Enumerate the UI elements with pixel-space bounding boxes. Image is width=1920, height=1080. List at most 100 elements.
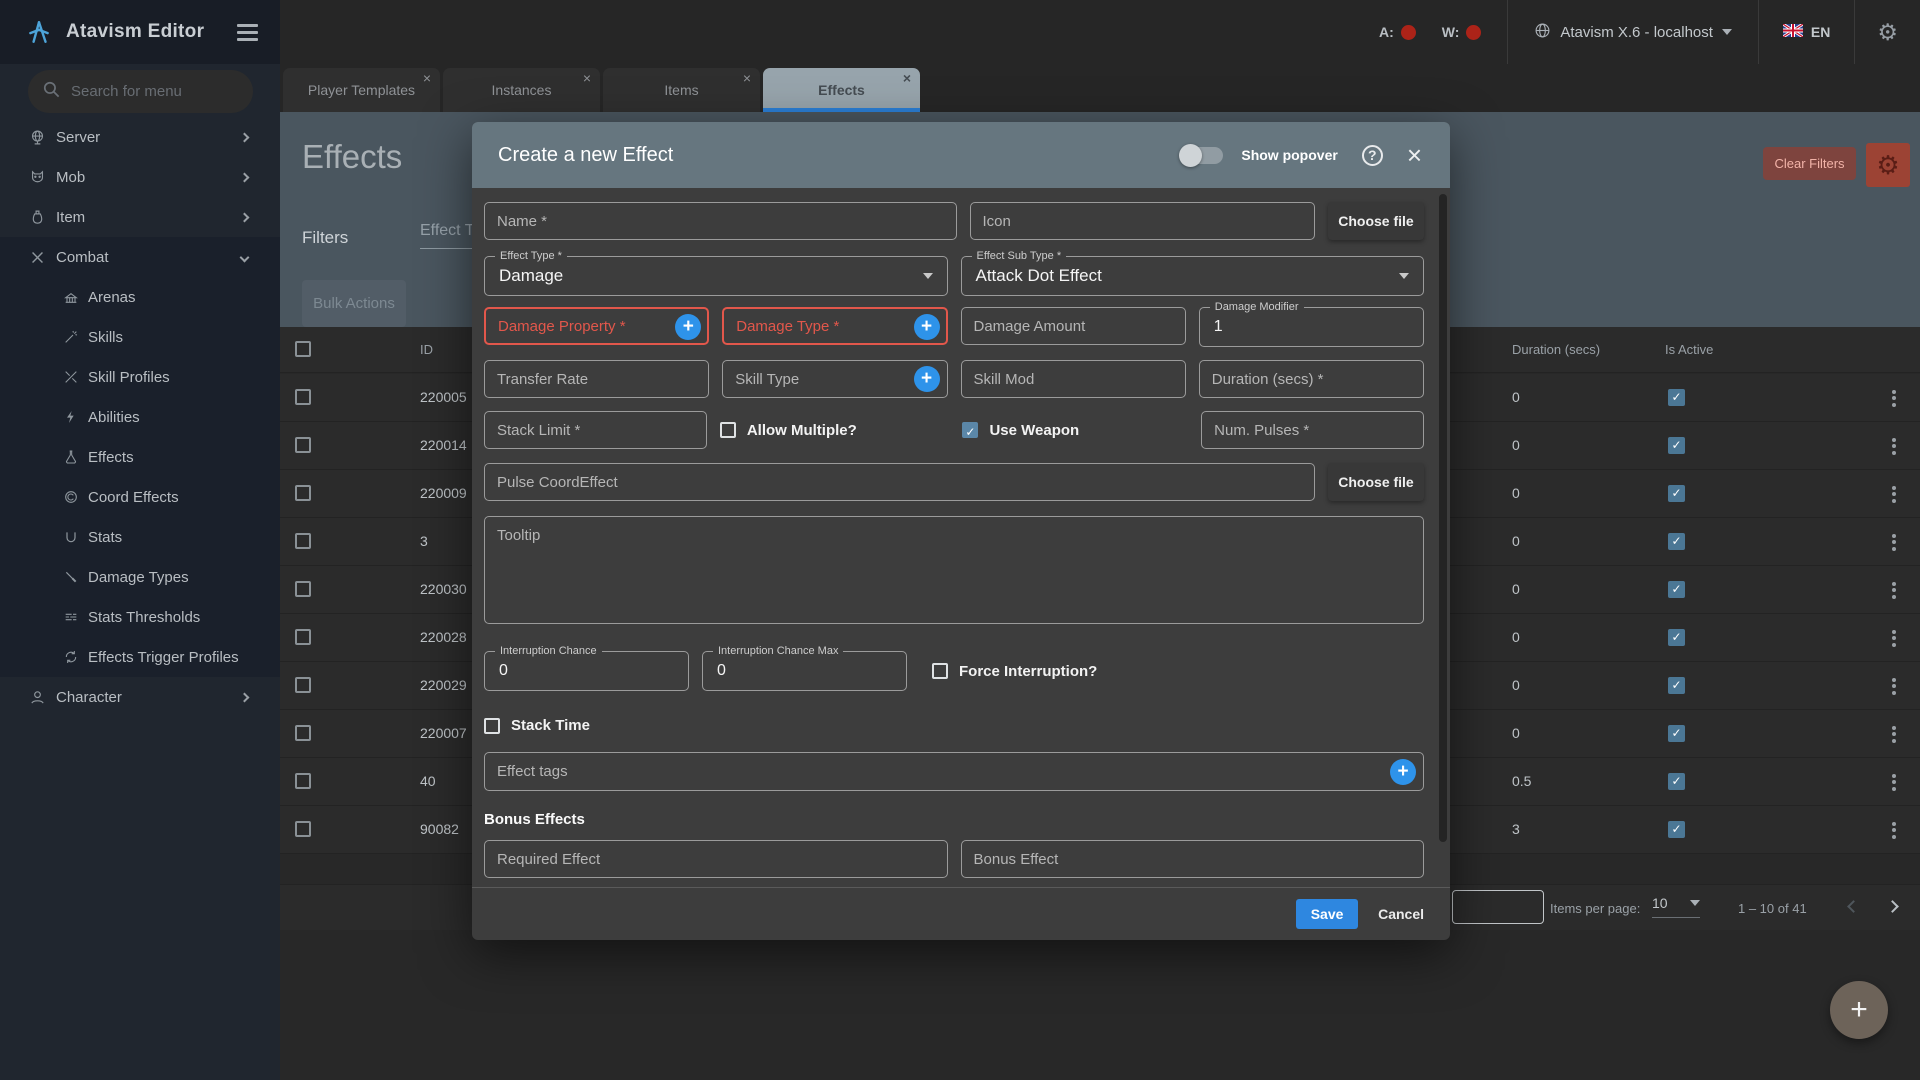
- is-active-checkbox[interactable]: ✓: [1668, 773, 1685, 790]
- tab-effects[interactable]: Effects ×: [763, 68, 920, 112]
- items-per-page-select[interactable]: 10: [1652, 895, 1700, 918]
- force-interruption-checkbox[interactable]: Force Interruption?: [932, 663, 1424, 680]
- sidebar-item-skills[interactable]: Skills: [0, 317, 280, 357]
- sidebar-item-effects-trigger-profiles[interactable]: Effects Trigger Profiles: [0, 637, 280, 677]
- tab-instances[interactable]: Instances ×: [443, 68, 600, 112]
- row-checkbox[interactable]: [295, 581, 311, 597]
- table-settings-button[interactable]: ⚙: [1866, 143, 1910, 187]
- select-all-checkbox[interactable]: [295, 341, 311, 357]
- server-selector[interactable]: Atavism X.6 - localhost: [1508, 0, 1758, 64]
- settings-button[interactable]: ⚙: [1855, 0, 1920, 64]
- row-menu-icon[interactable]: [1884, 724, 1904, 744]
- search-input[interactable]: [71, 83, 231, 100]
- add-damage-property-button[interactable]: +: [675, 314, 702, 340]
- hamburger-menu-icon[interactable]: [237, 23, 258, 41]
- allow-multiple-checkbox[interactable]: Allow Multiple?: [719, 422, 950, 439]
- tooltip-textarea[interactable]: [484, 516, 1424, 624]
- use-weapon-checkbox[interactable]: ✓ Use Weapon: [962, 422, 1188, 439]
- row-checkbox[interactable]: [295, 389, 311, 405]
- num-pulses-field[interactable]: [1201, 411, 1424, 449]
- close-icon[interactable]: ×: [583, 70, 591, 86]
- name-field[interactable]: [484, 202, 957, 240]
- is-active-checkbox[interactable]: ✓: [1668, 677, 1685, 694]
- interruption-chance-field[interactable]: Interruption Chance 0: [484, 645, 689, 691]
- sidebar-search[interactable]: [28, 70, 253, 113]
- close-icon[interactable]: ×: [903, 70, 911, 86]
- row-menu-icon[interactable]: [1884, 484, 1904, 504]
- is-active-checkbox[interactable]: ✓: [1668, 821, 1685, 838]
- sidebar-item-skill-profiles[interactable]: Skill Profiles: [0, 357, 280, 397]
- add-skill-type-button[interactable]: +: [913, 366, 940, 392]
- pulse-coordeffect-field[interactable]: [484, 463, 1315, 501]
- sidebar-item-combat[interactable]: Combat: [0, 237, 280, 277]
- bonus-effect-field[interactable]: [960, 840, 1424, 878]
- skill-mod-field[interactable]: [960, 360, 1186, 398]
- row-menu-icon[interactable]: [1884, 580, 1904, 600]
- show-popover-toggle[interactable]: [1179, 143, 1224, 167]
- sidebar-item-server[interactable]: Server: [0, 117, 280, 157]
- row-checkbox[interactable]: [295, 821, 311, 837]
- interruption-chance-max-field[interactable]: Interruption Chance Max 0: [702, 645, 907, 691]
- add-damage-type-button[interactable]: +: [913, 314, 940, 340]
- sidebar-item-effects[interactable]: Effects: [0, 437, 280, 477]
- help-icon[interactable]: ?: [1361, 144, 1383, 166]
- icon-field[interactable]: [969, 202, 1315, 240]
- close-icon[interactable]: ×: [1407, 142, 1422, 168]
- close-icon[interactable]: ×: [743, 70, 751, 86]
- row-checkbox[interactable]: [295, 725, 311, 741]
- row-checkbox[interactable]: [295, 629, 311, 645]
- language-selector[interactable]: EN: [1759, 0, 1854, 64]
- footer-field[interactable]: [1452, 890, 1544, 924]
- damage-amount-field[interactable]: [960, 307, 1186, 345]
- stack-limit-field[interactable]: [484, 411, 707, 449]
- row-menu-icon[interactable]: [1884, 388, 1904, 408]
- row-checkbox[interactable]: [295, 533, 311, 549]
- is-active-checkbox[interactable]: ✓: [1668, 581, 1685, 598]
- is-active-checkbox[interactable]: ✓: [1668, 725, 1685, 742]
- is-active-checkbox[interactable]: ✓: [1668, 485, 1685, 502]
- transfer-rate-field[interactable]: [484, 360, 710, 398]
- row-checkbox[interactable]: [295, 773, 311, 789]
- next-page-icon[interactable]: [1886, 900, 1899, 913]
- row-checkbox[interactable]: [295, 677, 311, 693]
- icon-choose-file-button[interactable]: Choose file: [1327, 202, 1424, 240]
- is-active-checkbox[interactable]: ✓: [1668, 533, 1685, 550]
- effect-type-select[interactable]: Effect Type * Damage: [484, 250, 948, 296]
- is-active-checkbox[interactable]: ✓: [1668, 437, 1685, 454]
- add-effect-tag-button[interactable]: +: [1390, 758, 1416, 785]
- tab-player-templates[interactable]: Player Templates ×: [283, 68, 440, 112]
- row-checkbox[interactable]: [295, 485, 311, 501]
- row-menu-icon[interactable]: [1884, 628, 1904, 648]
- save-button[interactable]: Save: [1296, 899, 1359, 929]
- required-effect-field[interactable]: [484, 840, 948, 878]
- row-menu-icon[interactable]: [1884, 772, 1904, 792]
- duration-field[interactable]: [1198, 360, 1424, 398]
- sidebar-item-item[interactable]: Item: [0, 197, 280, 237]
- pulse-choose-file-button[interactable]: Choose file: [1328, 463, 1424, 501]
- is-active-checkbox[interactable]: ✓: [1668, 629, 1685, 646]
- sidebar-item-stats-thresholds[interactable]: Stats Thresholds: [0, 597, 280, 637]
- bulk-actions-button[interactable]: Bulk Actions: [302, 280, 406, 327]
- effect-sub-type-select[interactable]: Effect Sub Type * Attack Dot Effect: [960, 250, 1424, 296]
- tab-items[interactable]: Items ×: [603, 68, 760, 112]
- close-icon[interactable]: ×: [423, 70, 431, 86]
- sidebar-item-mob[interactable]: Mob: [0, 157, 280, 197]
- stack-time-checkbox[interactable]: Stack Time: [484, 717, 1424, 734]
- is-active-checkbox[interactable]: ✓: [1668, 389, 1685, 406]
- previous-page-icon[interactable]: [1847, 900, 1860, 913]
- row-menu-icon[interactable]: [1884, 676, 1904, 696]
- row-menu-icon[interactable]: [1884, 820, 1904, 840]
- row-menu-icon[interactable]: [1884, 532, 1904, 552]
- sidebar-item-damage-types[interactable]: Damage Types: [0, 557, 280, 597]
- row-menu-icon[interactable]: [1884, 436, 1904, 456]
- clear-filters-button[interactable]: Clear Filters: [1763, 147, 1856, 180]
- sidebar-item-coord-effects[interactable]: Coord Effects: [0, 477, 280, 517]
- sidebar-item-stats[interactable]: Stats: [0, 517, 280, 557]
- add-effect-fab[interactable]: +: [1830, 981, 1888, 1039]
- row-checkbox[interactable]: [295, 437, 311, 453]
- cancel-button[interactable]: Cancel: [1378, 906, 1424, 922]
- sidebar-item-abilities[interactable]: Abilities: [0, 397, 280, 437]
- effect-tags-field[interactable]: [484, 752, 1424, 791]
- damage-modifier-field[interactable]: Damage Modifier 1: [1198, 301, 1424, 347]
- modal-scrollbar[interactable]: [1439, 194, 1447, 842]
